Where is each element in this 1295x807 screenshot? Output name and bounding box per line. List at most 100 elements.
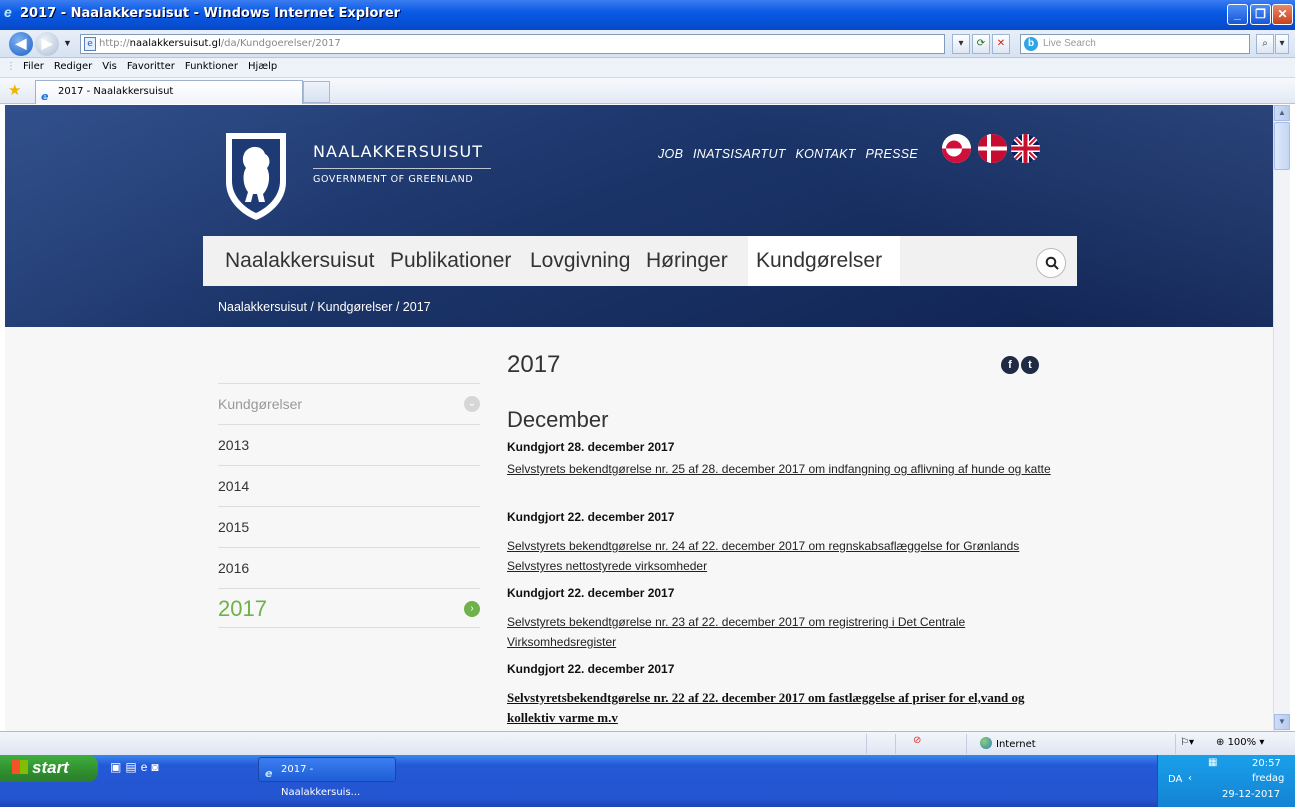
chevron-right-icon: › <box>464 601 480 617</box>
url-host: naalakkersuisut.gl <box>129 38 221 49</box>
sidebar-heading[interactable]: Kundgørelser ⌄ <box>218 383 480 424</box>
app-quicklaunch-icon[interactable]: ◙ <box>151 760 162 774</box>
sidebar-item-label: 2014 <box>218 478 250 494</box>
sidebar-item-label: 2017 <box>218 596 267 621</box>
forward-button[interactable]: ▶ <box>35 32 59 56</box>
scroll-thumb[interactable] <box>1274 122 1290 170</box>
maximize-button[interactable]: ❐ <box>1250 4 1271 25</box>
show-desktop-icon[interactable]: ▣ <box>110 760 125 774</box>
nav-kundgorelser[interactable]: Kundgørelser <box>756 249 882 273</box>
menu-rediger[interactable]: Rediger <box>49 58 97 75</box>
taskbar-window-button[interactable]: e 2017 - Naalakkersuis... <box>258 757 396 798</box>
menu-vis[interactable]: Vis <box>97 58 122 75</box>
sidebar-item-2015[interactable]: 2015 <box>218 506 480 547</box>
status-separator <box>966 734 967 754</box>
sidebar-item-2017[interactable]: 2017 › <box>218 588 480 628</box>
language-indicator[interactable]: DA <box>1168 774 1182 785</box>
security-zone[interactable]: Internet <box>980 737 1036 750</box>
breadcrumb[interactable]: Naalakkersuisut / Kundgørelser / 2017 <box>218 300 431 314</box>
menu-filer[interactable]: Filer <box>18 58 49 75</box>
brand-divider <box>313 168 491 169</box>
nav-publikationer[interactable]: Publikationer <box>390 249 511 273</box>
refresh-button[interactable]: ⟳ <box>972 34 990 54</box>
favorites-star-icon[interactable]: ★ <box>8 81 21 99</box>
stop-button[interactable]: ✕ <box>992 34 1010 54</box>
minimize-button[interactable]: _ <box>1227 4 1248 25</box>
live-search-placeholder: Live Search <box>1043 38 1096 49</box>
toplink-presse[interactable]: PRESSE <box>866 147 919 161</box>
uk-flag-icon[interactable] <box>1011 134 1040 163</box>
close-button[interactable]: ✕ <box>1272 4 1293 25</box>
address-dropdown-button[interactable]: ▾ <box>952 34 970 54</box>
clock-time[interactable]: 20:57 <box>1252 758 1281 769</box>
page-icon: e <box>84 37 96 51</box>
main-navigation: Naalakkersuisut Publikationer Lovgivning… <box>203 236 1077 286</box>
history-dropdown-icon[interactable]: ▼ <box>63 38 72 48</box>
menu-favoritter[interactable]: Favoritter <box>122 58 180 75</box>
entry-link[interactable]: Selvstyrets bekendtgørelse nr. 23 af 22.… <box>507 612 1067 652</box>
entry-link[interactable]: Selvstyrets bekendtgørelse nr. 25 af 28.… <box>507 459 1067 479</box>
menu-hjaelp[interactable]: Hjælp <box>243 58 282 75</box>
vertical-scrollbar[interactable]: ▲ ▼ <box>1273 105 1290 731</box>
nav-naalakkersuisut[interactable]: Naalakkersuisut <box>225 249 374 273</box>
year-sidebar: Kundgørelser ⌄ 2013 2014 2015 2016 2017 … <box>218 383 480 628</box>
sidebar-item-label: 2013 <box>218 437 250 453</box>
search-options-button[interactable]: ▾ <box>1275 34 1289 54</box>
tab-active[interactable]: e 2017 - Naalakkersuisut <box>35 80 303 104</box>
ie-logo-icon: e <box>4 4 12 20</box>
facebook-icon[interactable]: f <box>1001 356 1019 374</box>
month-heading: December <box>507 407 609 432</box>
back-button[interactable]: ◀ <box>9 32 33 56</box>
toplink-job[interactable]: JOB <box>658 147 683 161</box>
url-prefix: http:// <box>99 38 130 49</box>
sidebar-item-label: 2015 <box>218 519 250 535</box>
menu-funktioner[interactable]: Funktioner <box>180 58 243 75</box>
popup-blocked-icon[interactable]: ⊘ <box>913 735 921 746</box>
folder-icon[interactable]: ▤ <box>125 760 140 774</box>
address-toolbar: ◀ ▶ ▼ e http://naalakkersuisut.gl/da/Kun… <box>0 30 1295 58</box>
task-ie-icon: e <box>265 767 273 780</box>
twitter-icon[interactable]: t <box>1021 356 1039 374</box>
entry-date: Kundgjort 22. december 2017 <box>507 586 675 600</box>
greenland-flag-icon[interactable] <box>942 134 971 163</box>
globe-icon <box>980 737 992 749</box>
windows-taskbar: start ▣▤e◙ e 2017 - Naalakkersuis... DA … <box>0 755 1295 807</box>
search-icon <box>1045 256 1059 270</box>
address-input[interactable]: e http://naalakkersuisut.gl/da/Kundgoere… <box>80 34 945 54</box>
danish-flag-icon[interactable] <box>978 134 1007 163</box>
brand[interactable]: NAALAKKERSUISUT GOVERNMENT OF GREENLAND <box>313 142 491 185</box>
zoom-control[interactable]: ⊕ 100% ▾ <box>1216 737 1264 748</box>
sidebar-heading-label: Kundgørelser <box>218 396 303 412</box>
sidebar-item-2014[interactable]: 2014 <box>218 465 480 506</box>
live-search-input[interactable]: b Live Search <box>1020 34 1250 54</box>
entry-date: Kundgjort 28. december 2017 <box>507 440 675 454</box>
ie-quicklaunch-icon[interactable]: e <box>141 760 152 774</box>
social-links: ft <box>1001 355 1041 374</box>
status-separator <box>1175 734 1176 754</box>
toplink-inatsisartut[interactable]: INATSISARTUT <box>693 147 786 161</box>
nav-horinger[interactable]: Høringer <box>646 249 728 273</box>
network-icon[interactable]: ▦ <box>1208 757 1217 768</box>
start-button[interactable]: start <box>0 755 98 782</box>
task-label: 2017 - Naalakkersuis... <box>281 764 361 798</box>
entry-link[interactable]: Selvstyretsbekendtgørelse nr. 22 af 22. … <box>507 688 1067 728</box>
site-search-button[interactable] <box>1036 248 1066 278</box>
entry-link[interactable]: Selvstyrets bekendtgørelse nr. 24 af 22.… <box>507 536 1067 576</box>
nav-lovgivning[interactable]: Lovgivning <box>530 249 630 273</box>
protected-mode-icon[interactable]: ⚐▾ <box>1180 737 1194 748</box>
sidebar-item-2016[interactable]: 2016 <box>218 547 480 588</box>
scroll-up-button[interactable]: ▲ <box>1274 105 1290 121</box>
top-links: JOB INATSISARTUT KONTAKT PRESSE <box>658 147 924 161</box>
url-path: /da/Kundgoerelser/2017 <box>220 38 341 49</box>
zone-label: Internet <box>996 739 1036 750</box>
search-go-button[interactable]: ⌕ <box>1256 34 1274 54</box>
greenland-coat-of-arms-icon[interactable] <box>223 130 289 222</box>
scroll-down-button[interactable]: ▼ <box>1274 714 1290 730</box>
toplink-kontakt[interactable]: KONTAKT <box>796 147 856 161</box>
quick-launch: ▣▤e◙ <box>110 760 163 774</box>
sidebar-item-2013[interactable]: 2013 <box>218 424 480 465</box>
tab-bar: ★ e 2017 - Naalakkersuisut <box>0 78 1295 104</box>
tray-expand-icon[interactable]: ‹ <box>1188 773 1192 784</box>
new-tab-button[interactable] <box>303 81 330 103</box>
menu-grip: ⋮ <box>6 61 16 72</box>
